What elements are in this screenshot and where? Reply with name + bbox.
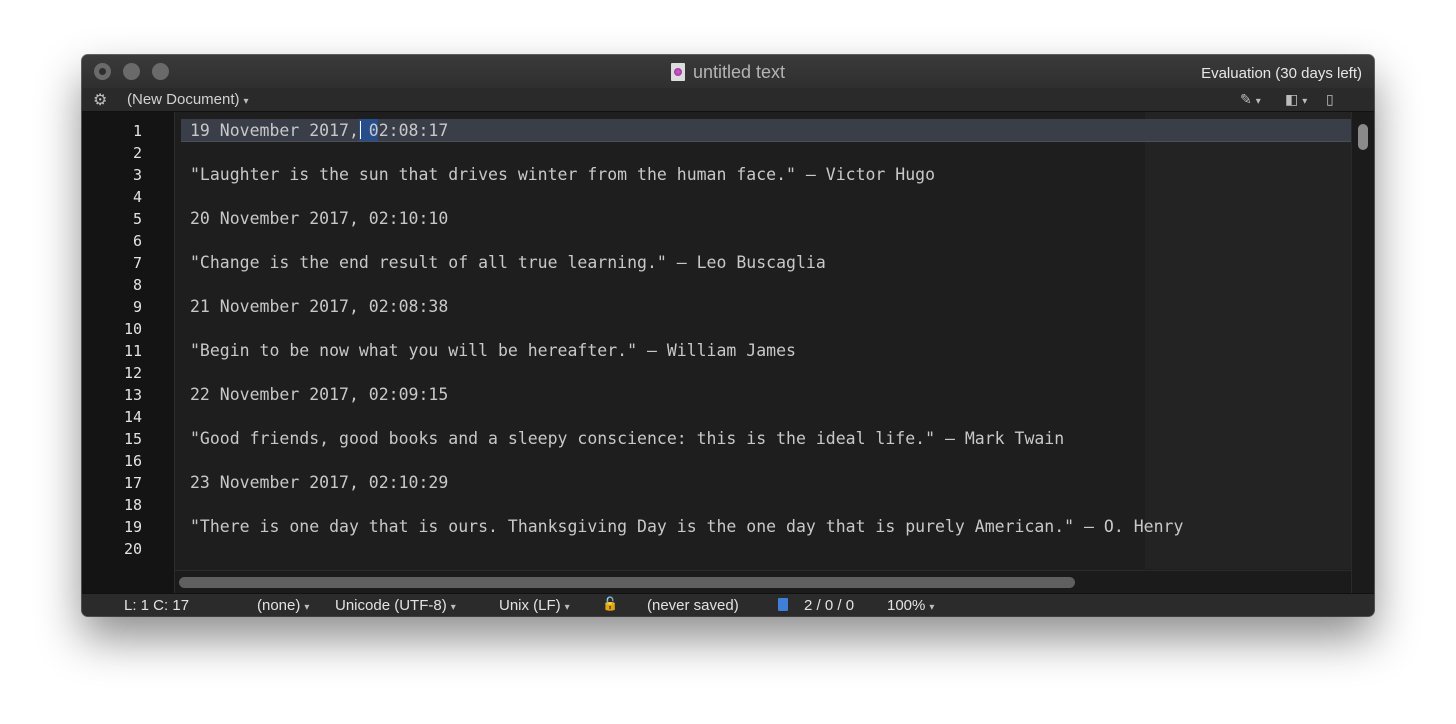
- text-line[interactable]: [190, 318, 1183, 340]
- text-cursor: [360, 121, 361, 139]
- line-number: 17: [123, 474, 142, 492]
- document-stats-icon: [778, 598, 788, 611]
- chevron-down-icon: ▾: [564, 602, 570, 613]
- save-state: (never saved): [647, 597, 739, 614]
- line-number-gutter: 1 2 3 4 5 6 7 8 9 10 11 12 13 14 15 16 17 18 19 20: [82, 112, 175, 593]
- line-number: 15: [123, 430, 142, 448]
- gear-icon[interactable]: ⚙: [93, 90, 107, 110]
- line-number: 12: [123, 364, 142, 382]
- language-menu[interactable]: (none) ▾: [257, 597, 309, 614]
- line-number: 20: [123, 540, 142, 558]
- text-line[interactable]: "Laughter is the sun that drives winter …: [190, 164, 1183, 186]
- language-label: (none): [257, 597, 301, 614]
- document-menu-label: (New Document): [127, 91, 240, 108]
- line-endings-label: Unix (LF): [499, 597, 561, 614]
- text-line[interactable]: [190, 186, 1183, 208]
- line-number: 13: [123, 386, 142, 404]
- horizontal-scrollbar[interactable]: [175, 570, 1351, 594]
- title-bar: untitled text Evaluation (30 days left): [82, 55, 1374, 88]
- line-number: 18: [123, 496, 142, 514]
- line-numbers: 1 2 3 4 5 6 7 8 9 10 11 12 13 14 15 16 17 18 19 20: [124, 120, 142, 560]
- line-number: 11: [123, 342, 142, 360]
- text-line[interactable]: 23 November 2017, 02:10:29: [190, 472, 1183, 494]
- document-menu[interactable]: (New Document) ▾: [127, 91, 249, 108]
- text-line[interactable]: "Change is the end result of all true le…: [190, 252, 1183, 274]
- line-number: 5: [132, 210, 142, 228]
- text-editor[interactable]: 19 November 2017, 02:08:17 "Laughter is t…: [175, 112, 1351, 593]
- lock-icon[interactable]: 🔓: [602, 596, 618, 612]
- vertical-scroll-thumb[interactable]: [1358, 124, 1368, 150]
- text-content[interactable]: 19 November 2017, 02:08:17 "Laughter is t…: [190, 120, 1183, 560]
- text-document-icon: [670, 63, 685, 81]
- text-line[interactable]: 20 November 2017, 02:10:10: [190, 208, 1183, 230]
- text-line[interactable]: "Begin to be now what you will be hereaf…: [190, 340, 1183, 362]
- text-line[interactable]: [190, 494, 1183, 516]
- line-number: 9: [132, 298, 142, 316]
- window-title-text: untitled text: [692, 62, 786, 82]
- chevron-down-icon: ▾: [243, 96, 249, 107]
- zoom-menu[interactable]: 100% ▾: [887, 597, 934, 614]
- chevron-down-icon: ▾: [450, 602, 456, 613]
- pen-icon[interactable]: ✎ ▾: [1240, 91, 1261, 108]
- text-line[interactable]: [190, 450, 1183, 472]
- text-line[interactable]: 22 November 2017, 02:09:15: [190, 384, 1183, 406]
- editor-window: untitled text Evaluation (30 days left) …: [82, 55, 1374, 616]
- line-number: 19: [123, 518, 142, 536]
- line-number: 10: [123, 320, 142, 338]
- text-line[interactable]: [190, 274, 1183, 296]
- line-number: 1: [132, 122, 142, 140]
- vertical-scrollbar[interactable]: [1351, 112, 1374, 593]
- line-number: 14: [123, 408, 142, 426]
- text-line[interactable]: 19 November 2017, 02:08:17: [190, 120, 1183, 142]
- line-number: 6: [132, 232, 142, 250]
- chevron-down-icon: ▾: [304, 602, 310, 613]
- evaluation-notice[interactable]: Evaluation (30 days left): [1201, 65, 1362, 82]
- text-line[interactable]: [190, 538, 1183, 560]
- line-endings-menu[interactable]: Unix (LF) ▾: [499, 597, 570, 614]
- text-line[interactable]: 21 November 2017, 02:08:38: [190, 296, 1183, 318]
- window-icon[interactable]: ◧ ▾: [1285, 91, 1307, 108]
- text-line[interactable]: [190, 362, 1183, 384]
- text-line[interactable]: [190, 406, 1183, 428]
- line-number: 16: [123, 452, 142, 470]
- line-number: 8: [132, 276, 142, 294]
- document-counts[interactable]: 2 / 0 / 0: [804, 597, 854, 614]
- horizontal-scroll-thumb[interactable]: [179, 577, 1075, 588]
- text-line[interactable]: "There is one day that is ours. Thanksgi…: [190, 516, 1183, 538]
- zoom-label: 100%: [887, 597, 926, 614]
- chevron-down-icon: ▾: [929, 602, 935, 613]
- text-line[interactable]: [190, 142, 1183, 164]
- cursor-position[interactable]: L: 1 C: 17: [124, 597, 189, 614]
- status-bar: L: 1 C: 17 (none) ▾ Unicode (UTF-8) ▾ Unix…: [82, 593, 1374, 616]
- window-title: untitled text: [82, 62, 1374, 83]
- text-line[interactable]: "Good friends, good books and a sleepy c…: [190, 428, 1183, 450]
- text-line[interactable]: [190, 230, 1183, 252]
- document-icon[interactable]: ▯: [1326, 91, 1334, 108]
- navigation-bar: ⚙ (New Document) ▾ ✎ ▾ ◧ ▾ ▯: [82, 88, 1374, 112]
- encoding-menu[interactable]: Unicode (UTF-8) ▾: [335, 597, 456, 614]
- encoding-label: Unicode (UTF-8): [335, 597, 447, 614]
- line-number: 2: [132, 144, 142, 162]
- line-number: 3: [132, 166, 142, 184]
- line-number: 4: [132, 188, 142, 206]
- line-number: 7: [132, 254, 142, 272]
